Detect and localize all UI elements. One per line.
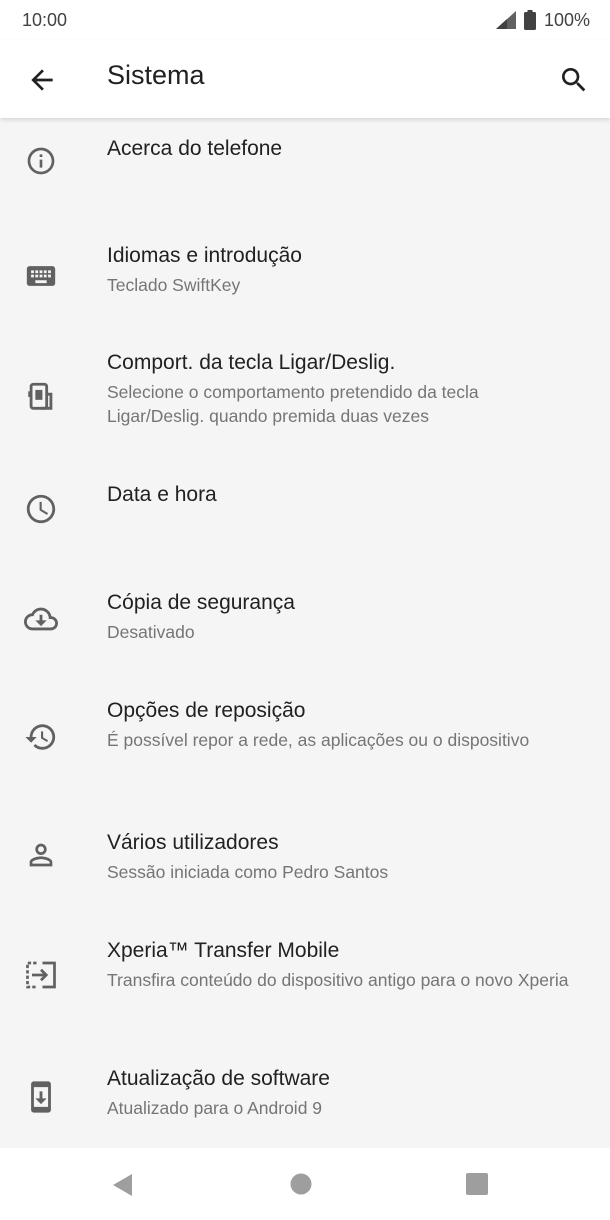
list-item-software-update[interactable]: Atualização de software Atualizado para … <box>0 1052 610 1148</box>
home-circle-icon[interactable] <box>289 1172 313 1201</box>
system-update-icon <box>22 1078 60 1116</box>
item-title: Xperia™ Transfer Mobile <box>107 939 340 962</box>
item-subtitle: Sessão iniciada como Pedro Santos <box>107 862 389 882</box>
signal-icon <box>495 11 516 29</box>
list-item-date-time[interactable]: Data e hora <box>0 464 610 572</box>
info-icon <box>22 142 60 180</box>
navigation-bar <box>0 1148 610 1220</box>
status-indicators: 100% <box>495 9 590 31</box>
status-bar: 10:00 100% <box>0 0 610 40</box>
battery-percent: 100% <box>543 9 590 30</box>
item-title: Opções de reposição <box>107 699 306 722</box>
keyboard-icon <box>22 257 60 295</box>
list-item-xperia-transfer[interactable]: Xperia™ Transfer Mobile Transfira conteú… <box>0 920 610 1052</box>
recents-square-icon[interactable] <box>465 1172 489 1201</box>
battery-icon <box>523 10 536 30</box>
list-item-backup[interactable]: Cópia de segurança Desativado <box>0 572 610 680</box>
transfer-icon <box>22 956 60 994</box>
app-bar: Sistema <box>0 40 610 118</box>
list-item-power-key[interactable]: Comport. da tecla Ligar/Deslig. Selecion… <box>0 332 610 464</box>
history-icon <box>22 718 60 756</box>
item-title: Acerca do telefone <box>107 137 283 160</box>
person-icon <box>22 836 60 874</box>
item-title: Idiomas e introdução <box>107 244 302 267</box>
item-subtitle: Selecione o comportamento pretendido da … <box>107 382 479 426</box>
arrow-left-icon[interactable] <box>26 64 58 96</box>
item-subtitle: É possível repor a rede, as aplicações o… <box>107 730 530 750</box>
status-time: 10:00 <box>22 9 68 30</box>
list-item-reset-options[interactable]: Opções de reposição É possível repor a r… <box>0 680 610 812</box>
item-title: Atualização de software <box>107 1067 330 1090</box>
clock-icon <box>22 490 60 528</box>
back-triangle-icon[interactable] <box>110 1172 136 1203</box>
item-title: Data e hora <box>107 483 217 506</box>
item-subtitle: Atualizado para o Android 9 <box>107 1098 323 1118</box>
list-item-languages[interactable]: Idiomas e introdução Teclado SwiftKey <box>0 225 610 332</box>
page-title: Sistema <box>107 60 205 90</box>
item-subtitle: Teclado SwiftKey <box>107 275 241 295</box>
item-subtitle: Desativado <box>107 622 195 642</box>
list-item-about-phone[interactable]: Acerca do telefone <box>0 118 610 225</box>
item-title: Comport. da tecla Ligar/Deslig. <box>107 351 396 374</box>
list-item-multiple-users[interactable]: Vários utilizadores Sessão iniciada como… <box>0 812 610 920</box>
item-subtitle: Transfira conteúdo do dispositivo antigo… <box>107 970 569 990</box>
power-key-icon <box>22 378 60 416</box>
search-icon[interactable] <box>558 64 590 96</box>
item-title: Vários utilizadores <box>107 831 279 854</box>
cloud-backup-icon <box>22 600 60 638</box>
item-title: Cópia de segurança <box>107 591 295 614</box>
